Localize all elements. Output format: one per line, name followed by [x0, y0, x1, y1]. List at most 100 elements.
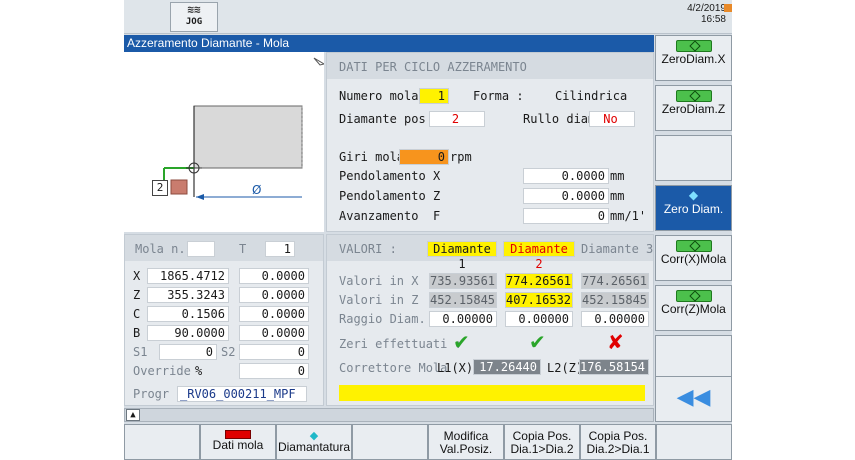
s1-label: S1: [133, 345, 148, 359]
softkey-copia-dia2-dia1[interactable]: Copia Pos. Dia.2>Dia.1: [580, 424, 656, 460]
axis-z-offset: 0.0000: [239, 287, 309, 303]
pendolamento-z-axis: Z: [433, 189, 441, 203]
softkey-dati-mola[interactable]: Dati mola: [200, 424, 276, 460]
chevron-up-icon[interactable]: ▲: [126, 409, 140, 421]
override-unit: %: [195, 364, 203, 378]
pendolamento-x-label: Pendolamento: [339, 169, 426, 183]
valori-z-d2: 407.16532: [505, 292, 573, 308]
mola-info-panel: Mola n. T 1 X 1865.4712 0.0000 Z 355.324…: [124, 234, 324, 406]
giri-mola-label: Giri mola: [339, 150, 405, 164]
alarm-icon: [724, 4, 732, 12]
progr-field[interactable]: _RV06_000211_MPF: [177, 386, 307, 402]
col-diamante-2[interactable]: Diamante 2: [503, 241, 575, 271]
softkey-diamantatura[interactable]: ◆ Diamantatura: [276, 424, 352, 460]
mola-n-field[interactable]: [187, 241, 215, 257]
mode-indicator: ≋≋ JOG: [170, 2, 218, 32]
arrow-icon: [675, 290, 712, 302]
l1-field: 17.26440: [473, 359, 541, 375]
raggio-d2: 0.00000: [505, 311, 573, 327]
time-text: 16:58: [700, 14, 726, 25]
axis-x-pos: 1865.4712: [147, 268, 229, 284]
t-label: T: [239, 242, 247, 256]
mola-n-label: Mola n.: [135, 242, 186, 256]
pendolamento-z-field[interactable]: 0.0000: [523, 188, 609, 204]
double-chevron-left-icon: ◀◀: [676, 385, 711, 410]
pendolamento-x-unit: mm: [610, 169, 625, 183]
valori-z-d3: 452.15845: [581, 292, 649, 308]
check-ok-icon: ✔: [453, 330, 470, 354]
arrow-icon: [675, 240, 712, 252]
axis-label-x: X: [133, 269, 141, 283]
valori-z-d1: 452.15845: [429, 292, 497, 308]
axis-c-offset: 0.0000: [239, 306, 309, 322]
axis-b-pos: 90.0000: [147, 325, 229, 341]
col-diamante-1[interactable]: Diamante 1: [427, 241, 497, 271]
softkey-corr-z-mola[interactable]: Corr(Z)Mola: [655, 285, 732, 331]
softkey-zerodiam-z[interactable]: ZeroDiam.Z: [655, 85, 732, 131]
raggio-label: Raggio Diam.: [339, 312, 426, 326]
axis-c-pos: 0.1506: [147, 306, 229, 322]
avanzamento-label: Avanzamento: [339, 209, 419, 223]
avanzamento-unit: mm/1': [610, 209, 647, 223]
softkey-zerodiam-x[interactable]: ZeroDiam.X: [655, 35, 732, 81]
t-field[interactable]: 1: [265, 241, 295, 257]
message-bar: [339, 385, 645, 401]
axis-label-b: B: [133, 326, 141, 340]
diamante-pos-label: Diamante pos :: [339, 112, 441, 126]
clock: 4/2/2019 16:58: [676, 3, 726, 25]
valori-x-d1: 735.93561: [429, 273, 497, 289]
l2-field: 176.58154: [579, 359, 649, 375]
valori-x-d3: 774.26561: [581, 273, 649, 289]
pendolamento-z-unit: mm: [610, 189, 625, 203]
valori-x-label: Valori in X: [339, 274, 419, 288]
valori-z-label: Valori in Z: [339, 293, 419, 307]
jog-wave-icon: ≋≋: [187, 3, 201, 16]
valori-x-d2: 774.26561: [505, 273, 573, 289]
zeri-label: Zeri effettuati :: [339, 337, 462, 351]
cycle-heading: DATI PER CICLO AZZERAMENTO: [339, 60, 527, 74]
pendolamento-x-field[interactable]: 0.0000: [523, 168, 609, 184]
softkey-right-empty-2[interactable]: [655, 335, 732, 381]
valori-panel: VALORI : Diamante 1 Diamante 2 Diamante …: [326, 234, 654, 406]
softkey-zero-diam[interactable]: ◆ Zero Diam.: [655, 185, 732, 231]
softkey-back[interactable]: ◀◀: [655, 376, 732, 422]
avanzamento-field[interactable]: 0: [523, 208, 609, 224]
l1-label: L1(X): [437, 361, 474, 375]
axis-label-c: C: [133, 307, 141, 321]
giri-unit: rpm: [450, 150, 472, 164]
l2-label: L2(Z): [547, 361, 584, 375]
correttore-label: Correttore Mola: [339, 361, 448, 375]
override-field: 0: [239, 363, 309, 379]
raggio-d1: 0.00000: [429, 311, 497, 327]
softkey-modifica-val-posiz[interactable]: Modifica Val.Posiz.: [428, 424, 504, 460]
cycle-data-panel: DATI PER CICLO AZZERAMENTO Numero mola 1…: [326, 52, 654, 232]
raggio-d3: 0.00000: [581, 311, 649, 327]
rullo-field[interactable]: No: [589, 111, 635, 127]
check-ok-icon: ✔: [529, 330, 546, 354]
wheel-drawing: 2 Ø: [124, 52, 324, 232]
softkey-bottom-empty-3[interactable]: [656, 424, 732, 460]
giri-mola-field[interactable]: 0: [399, 149, 449, 165]
wheel-diagram-svg: [163, 57, 324, 200]
col-diamante-3[interactable]: Diamante 3: [581, 242, 653, 256]
date-text: 4/2/2019: [687, 3, 726, 14]
diamante-pos-field[interactable]: 2: [429, 111, 485, 127]
forma-label: Forma :: [473, 89, 524, 103]
softkey-bottom-empty-1[interactable]: [124, 424, 200, 460]
override-label: Override: [133, 364, 191, 378]
progr-label: Progr :: [133, 387, 184, 401]
softkey-corr-x-mola[interactable]: Corr(X)Mola: [655, 235, 732, 281]
pendolamento-z-label: Pendolamento: [339, 189, 426, 203]
numero-mola-field[interactable]: 1: [419, 88, 449, 104]
wheel-number-tag: 2: [152, 180, 168, 196]
diameter-symbol: Ø: [252, 183, 262, 197]
axis-b-offset: 0.0000: [239, 325, 309, 341]
axis-z-pos: 355.3243: [147, 287, 229, 303]
softkey-copia-dia1-dia2[interactable]: Copia Pos. Dia.1>Dia.2: [504, 424, 580, 460]
s1-field: 0: [159, 344, 217, 360]
softkey-right-empty-1[interactable]: [655, 135, 732, 181]
s2-field: 0: [239, 344, 309, 360]
page-title: Azzeramento Diamante - Mola: [124, 35, 654, 52]
softkey-bottom-empty-2[interactable]: [352, 424, 428, 460]
expand-bar: [124, 408, 654, 422]
